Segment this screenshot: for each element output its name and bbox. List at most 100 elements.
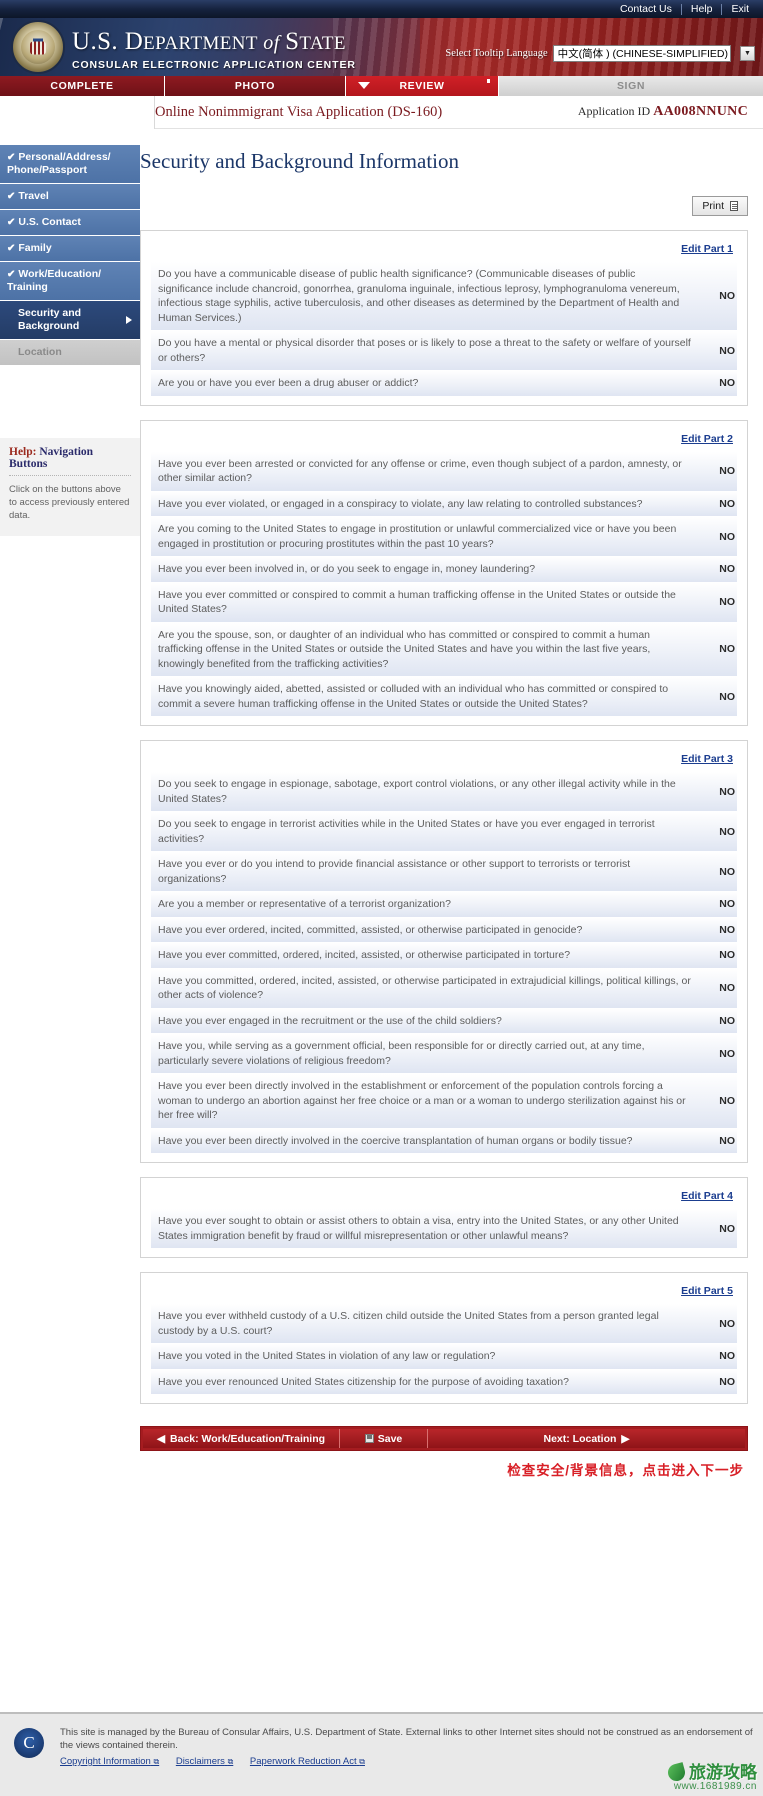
save-button[interactable]: Save: [340, 1429, 428, 1448]
tab-photo[interactable]: PHOTO: [165, 76, 346, 96]
brand-line1-a: U.S. D: [72, 28, 144, 55]
question-row: Have you ever been involved in, or do yo…: [151, 557, 737, 583]
tab-sign[interactable]: SIGN: [498, 76, 763, 96]
question-part-card: Edit Part 2 Have you ever been arrested o…: [140, 419, 748, 726]
question-answer: NO: [719, 377, 735, 390]
disclaimers-link[interactable]: Disclaimers ⧉: [176, 1756, 233, 1767]
question-answer: NO: [719, 643, 735, 656]
check-icon: ✔: [7, 217, 16, 228]
next-button[interactable]: Next: Location ▶: [428, 1429, 745, 1448]
sidebar-item-travel[interactable]: ✔ Travel: [0, 184, 140, 210]
sidebar-item-family-label: Family: [18, 242, 52, 254]
question-text: Do you seek to engage in terrorist activ…: [158, 818, 655, 845]
sidebar-item-security-background-label: Security and Background: [18, 307, 82, 332]
tooltip-language-select[interactable]: 中文(简体 ) (CHINESE-SIMPLIFIED): [552, 45, 731, 62]
watermark: 旅游攻略 www.1681989.cn: [666, 1758, 757, 1792]
question-text: Have you committed, ordered, incited, as…: [158, 974, 691, 1002]
question-row: Have you ever engaged in the recruitment…: [151, 1008, 737, 1034]
edit-part-link[interactable]: Edit Part 3: [681, 753, 733, 765]
application-id: Application ID AA008NNUNC: [578, 104, 748, 120]
header-spacer: [0, 96, 155, 129]
sidebar-item-location-label: Location: [18, 346, 62, 358]
sidebar-item-personal-label: Personal/Address/ Phone/Passport: [7, 151, 111, 176]
question-answer: NO: [719, 497, 735, 510]
tab-complete[interactable]: COMPLETE: [0, 76, 165, 96]
edit-part-link[interactable]: Edit Part 4: [681, 1190, 733, 1202]
sidebar-item-personal[interactable]: ✔ Personal/Address/ Phone/Passport: [0, 145, 140, 184]
sidebar-item-work-education[interactable]: ✔ Work/Education/ Training: [0, 262, 140, 301]
question-row: Do you seek to engage in espionage, sabo…: [151, 772, 737, 812]
question-text: Do you have a mental or physical disorde…: [158, 337, 691, 364]
contact-us-link[interactable]: Contact Us: [611, 3, 682, 15]
consular-affairs-seal-icon: C: [14, 1728, 44, 1758]
question-text: Have you ever or do you intend to provid…: [158, 858, 631, 885]
question-text: Do you have a communicable disease of pu…: [158, 268, 680, 324]
brand-line1-of: of: [257, 32, 286, 54]
card-header: Edit Part 2: [151, 427, 737, 452]
sidebar-item-us-contact[interactable]: ✔ U.S. Contact: [0, 210, 140, 236]
edit-part-link[interactable]: Edit Part 2: [681, 433, 733, 445]
paperwork-reduction-act-link[interactable]: Paperwork Reduction Act ⧉: [250, 1756, 365, 1767]
card-header: Edit Part 1: [151, 237, 737, 262]
question-part-card: Edit Part 5 Have you ever withheld custod…: [140, 1272, 748, 1404]
sidebar-item-location[interactable]: Location: [0, 340, 140, 366]
question-row: Have you ever or do you intend to provid…: [151, 852, 737, 892]
edit-part-link[interactable]: Edit Part 1: [681, 243, 733, 255]
card-header: Edit Part 5: [151, 1279, 737, 1304]
edit-part-link[interactable]: Edit Part 5: [681, 1285, 733, 1297]
sidebar-item-family[interactable]: ✔ Family: [0, 236, 140, 262]
back-arrow-icon: ◀: [156, 1432, 166, 1445]
help-panel-title: Help: Navigation Buttons: [9, 446, 131, 476]
tab-marker-icon: [487, 79, 490, 83]
question-answer: NO: [719, 982, 735, 994]
question-answer: NO: [719, 290, 735, 302]
question-row: Have you ever been directly involved in …: [151, 1128, 737, 1154]
us-great-seal-icon: [11, 20, 65, 74]
external-link-icon: ⧉: [359, 1757, 365, 1766]
main-content: Security and Background Information Prin…: [140, 129, 763, 1479]
question-row: Have you ever withheld custody of a U.S.…: [151, 1304, 737, 1344]
external-link-icon: ⧉: [227, 1757, 234, 1766]
tab-review[interactable]: REVIEW: [346, 76, 498, 96]
question-text: Have you ever violated, or engaged in a …: [158, 497, 643, 510]
tab-complete-label: COMPLETE: [50, 80, 114, 92]
site-footer: C This site is managed by the Bureau of …: [0, 1712, 763, 1796]
check-icon: ✔: [7, 269, 16, 280]
watermark-title: 旅游攻略: [689, 1763, 757, 1782]
sidebar-item-security-background[interactable]: Security and Background: [0, 301, 140, 340]
question-row: Have you ever committed or conspired to …: [151, 582, 737, 623]
question-text: Are you coming to the United States to e…: [158, 523, 677, 550]
next-arrow-icon: ▶: [621, 1432, 630, 1445]
copyright-information-link[interactable]: Copyright Information ⧉: [60, 1756, 159, 1767]
question-text: Have you knowingly aided, abetted, assis…: [158, 683, 669, 710]
caret-right-icon: [126, 316, 132, 324]
brand-line1-d: TATE: [299, 33, 346, 54]
print-button[interactable]: Print: [692, 196, 748, 216]
tooltip-language-selector[interactable]: Select Tooltip Language 中文(简体 ) (CHINESE…: [445, 45, 755, 62]
card-header: Edit Part 4: [151, 1184, 737, 1209]
exit-link[interactable]: Exit: [722, 3, 753, 15]
question-text: Have you, while serving as a government …: [158, 1040, 645, 1067]
question-row: Have you ever been arrested or convicted…: [151, 451, 737, 492]
brand-line1-c: S: [285, 28, 300, 55]
question-answer: NO: [719, 465, 735, 477]
brand-subtitle: CONSULAR ELECTRONIC APPLICATION CENTER: [72, 59, 356, 71]
question-text: Are you a member or representative of a …: [158, 898, 451, 910]
question-text: Have you voted in the United States in v…: [158, 1350, 496, 1362]
question-answer: NO: [719, 1047, 735, 1060]
question-row: Have you ever been directly involved in …: [151, 1074, 737, 1129]
question-row: Are you a member or representative of a …: [151, 892, 737, 918]
back-button[interactable]: ◀ Back: Work/Education/Training: [143, 1429, 340, 1448]
annotation-text: 检查安全/背景信息，点击进入下一步: [507, 1463, 744, 1478]
chevron-down-icon[interactable]: ▼: [740, 46, 755, 61]
question-row: Are you or have you ever been a drug abu…: [151, 371, 737, 397]
help-link[interactable]: Help: [682, 3, 723, 15]
question-answer: NO: [719, 1375, 735, 1388]
tooltip-language-value: 中文(简体 ) (CHINESE-SIMPLIFIED): [557, 48, 728, 60]
print-button-label: Print: [702, 200, 724, 212]
footer-links: Copyright Information ⧉ Disclaimers ⧉ Pa…: [60, 1756, 753, 1767]
tab-sign-label: SIGN: [616, 80, 646, 92]
question-text: Have you ever sought to obtain or assist…: [158, 1215, 679, 1242]
question-answer: NO: [719, 530, 735, 543]
question-answer: NO: [719, 1134, 735, 1147]
